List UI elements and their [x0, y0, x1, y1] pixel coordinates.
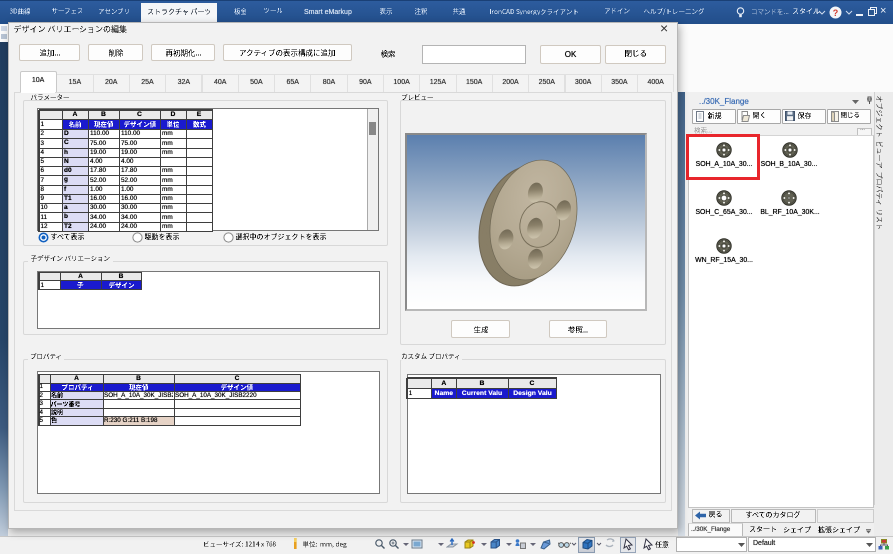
svg-text:?: ? [833, 8, 839, 18]
